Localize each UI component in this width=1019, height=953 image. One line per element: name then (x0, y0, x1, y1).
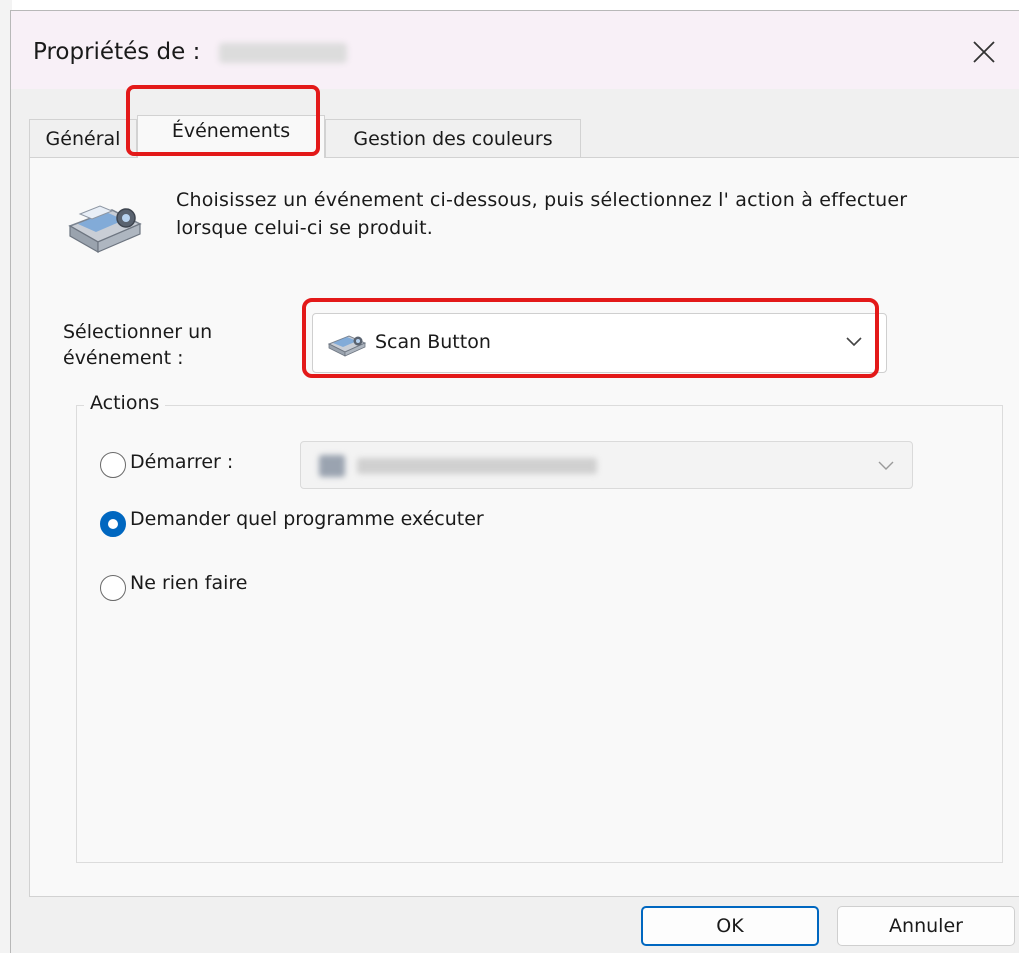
radio-ask-program[interactable] (100, 511, 126, 537)
events-panel: Choisissez un événement ci-dessous, puis… (29, 157, 1019, 897)
redacted-program-icon (319, 455, 345, 477)
highlight-events-tab (126, 85, 320, 156)
chevron-down-icon (878, 461, 894, 470)
close-button[interactable] (961, 29, 1007, 75)
redacted-program-name (357, 458, 597, 474)
highlight-event-dropdown (302, 298, 879, 378)
ok-button[interactable]: OK (641, 906, 819, 946)
intro-text: Choisissez un événement ci-dessous, puis… (176, 189, 908, 239)
radio-do-nothing-label[interactable]: Ne rien faire (130, 572, 248, 594)
close-icon (973, 41, 995, 63)
title-bar: Propriétés de : (11, 11, 1019, 89)
select-event-label: Sélectionner un événement : (63, 321, 213, 369)
scanner-icon (68, 205, 142, 254)
radio-start-label[interactable]: Démarrer : (130, 451, 233, 473)
radio-ask-program-label[interactable]: Demander quel programme exécuter (130, 508, 484, 530)
radio-start[interactable] (100, 452, 126, 478)
radio-do-nothing[interactable] (100, 575, 126, 601)
start-program-dropdown[interactable] (300, 441, 913, 489)
tab-color-management[interactable]: Gestion des couleurs (325, 119, 581, 157)
cancel-button[interactable]: Annuler (837, 906, 1015, 946)
dialog-title: Propriétés de : (33, 39, 201, 65)
actions-legend: Actions (84, 392, 166, 414)
redacted-device-name (219, 43, 347, 63)
tab-general[interactable]: Général (29, 119, 137, 157)
